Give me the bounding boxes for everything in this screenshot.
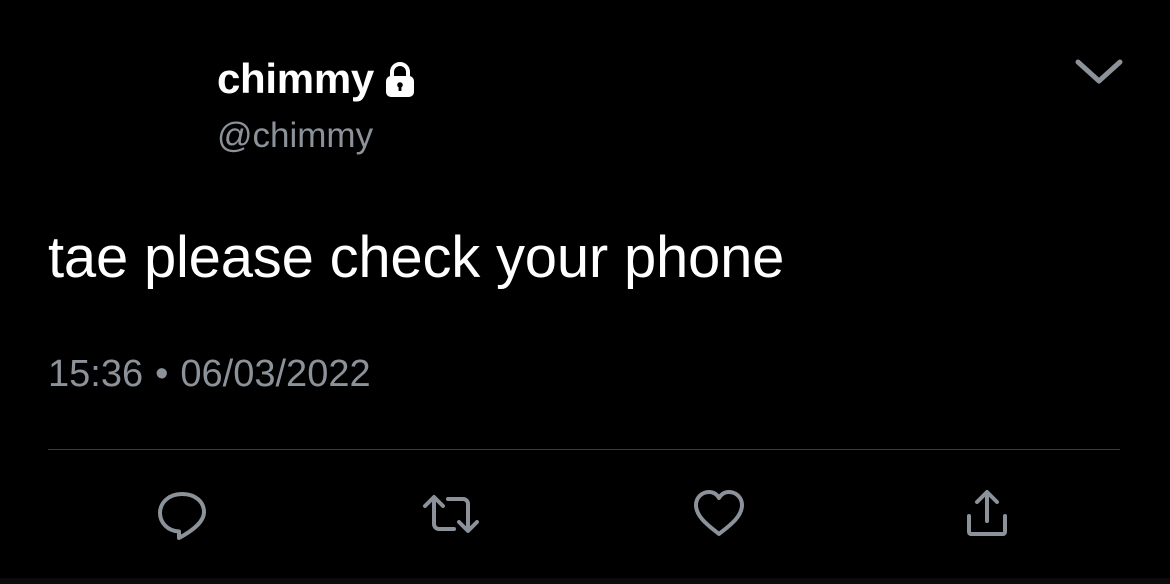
divider (48, 449, 1120, 450)
tweet-card: chimmy @chimmy tae please check your pho… (0, 0, 1170, 584)
like-button[interactable] (687, 482, 751, 546)
reply-button[interactable] (150, 482, 214, 546)
share-icon (959, 486, 1015, 542)
author-name-row: chimmy (217, 54, 420, 104)
tweet-timestamp[interactable]: 15:36 • 06/03/2022 (48, 350, 371, 398)
retweet-icon (421, 486, 481, 542)
share-button[interactable] (955, 482, 1019, 546)
avatar[interactable] (48, 48, 188, 188)
display-name[interactable]: chimmy (217, 54, 374, 104)
tweet-date: 06/03/2022 (180, 353, 371, 395)
bottom-edge (0, 578, 1170, 584)
reply-icon (154, 486, 210, 542)
user-handle[interactable]: @chimmy (217, 114, 373, 158)
tweet-text: tae please check your phone (48, 225, 785, 290)
chevron-down-icon[interactable] (1072, 50, 1126, 90)
lock-icon (380, 60, 420, 100)
meta-separator: • (155, 353, 169, 395)
action-bar (0, 482, 1170, 552)
like-icon (691, 486, 747, 542)
retweet-button[interactable] (419, 482, 483, 546)
tweet-time: 15:36 (48, 353, 144, 395)
